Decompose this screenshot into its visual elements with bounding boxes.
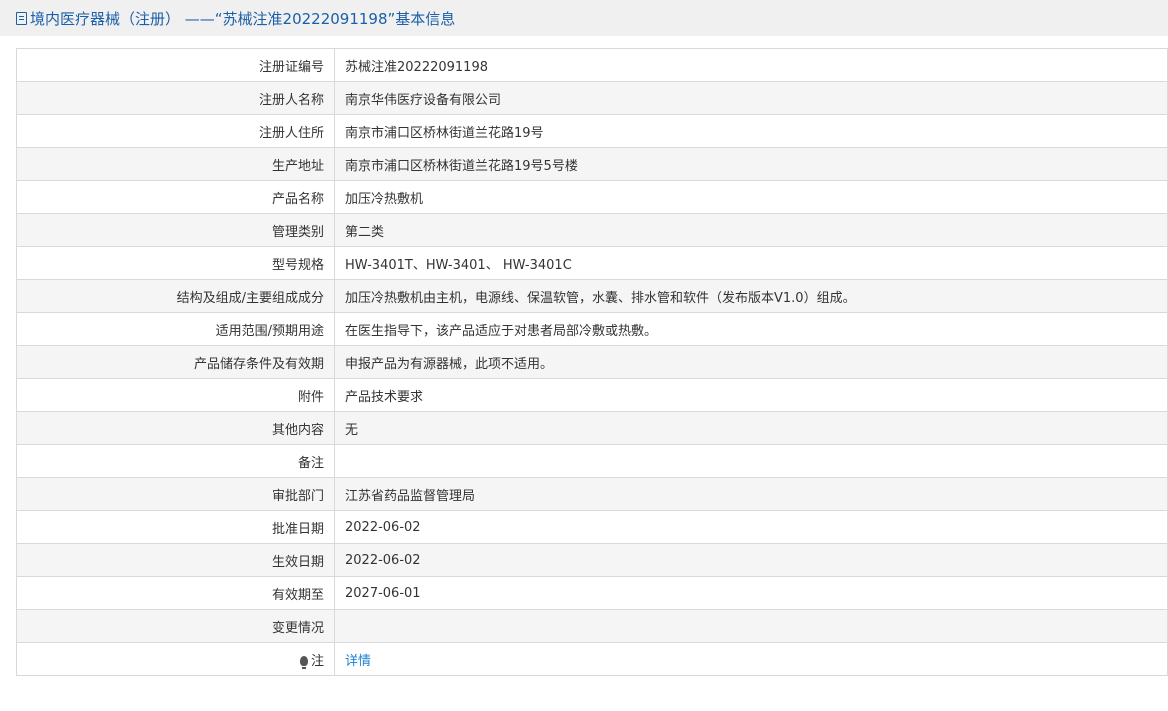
- table-row: 适用范围/预期用途 在医生指导下，该产品适应于对患者局部冷敷或热敷。: [16, 312, 1168, 346]
- info-table: 注册证编号 苏械注准20222091198 注册人名称 南京华伟医疗设备有限公司…: [16, 48, 1168, 676]
- row-value: 2022-06-02: [334, 543, 1168, 577]
- table-row: 变更情况: [16, 609, 1168, 643]
- note-label-cell: 注: [16, 642, 335, 676]
- row-value: 无: [334, 411, 1168, 445]
- row-value: HW-3401T、HW-3401、 HW-3401C: [334, 246, 1168, 280]
- row-value: 苏械注准20222091198: [334, 48, 1168, 82]
- row-label: 管理类别: [16, 213, 335, 247]
- row-label: 型号规格: [16, 246, 335, 280]
- table-row: 审批部门 江苏省药品监督管理局: [16, 477, 1168, 511]
- row-value: [334, 444, 1168, 478]
- table-row-note: 注 详情: [16, 642, 1168, 676]
- row-value: 南京华伟医疗设备有限公司: [334, 81, 1168, 115]
- row-label: 注册人住所: [16, 114, 335, 148]
- table-row: 产品名称 加压冷热敷机: [16, 180, 1168, 214]
- page-title: 境内医疗器械（注册） ——“苏械注准20222091198”基本信息: [30, 9, 456, 28]
- row-value: 加压冷热敷机由主机，电源线、保温软管，水囊、排水管和软件（发布版本V1.0）组成…: [334, 279, 1168, 313]
- row-value: 南京市浦口区桥林街道兰花路19号5号楼: [334, 147, 1168, 181]
- row-value: [334, 609, 1168, 643]
- row-label: 变更情况: [16, 609, 335, 643]
- row-label: 附件: [16, 378, 335, 412]
- table-row: 附件 产品技术要求: [16, 378, 1168, 412]
- table-row: 结构及组成/主要组成成分 加压冷热敷机由主机，电源线、保温软管，水囊、排水管和软…: [16, 279, 1168, 313]
- row-label: 注册人名称: [16, 81, 335, 115]
- detail-link[interactable]: 详情: [345, 654, 371, 669]
- table-row: 注册人名称 南京华伟医疗设备有限公司: [16, 81, 1168, 115]
- table-row: 备注: [16, 444, 1168, 478]
- row-label: 生产地址: [16, 147, 335, 181]
- info-table-container: 注册证编号 苏械注准20222091198 注册人名称 南京华伟医疗设备有限公司…: [16, 48, 1168, 676]
- row-label: 批准日期: [16, 510, 335, 544]
- row-value: 产品技术要求: [334, 378, 1168, 412]
- row-label: 生效日期: [16, 543, 335, 577]
- table-row: 生产地址 南京市浦口区桥林街道兰花路19号5号楼: [16, 147, 1168, 181]
- table-row: 产品储存条件及有效期 申报产品为有源器械，此项不适用。: [16, 345, 1168, 379]
- row-value: 2022-06-02: [334, 510, 1168, 544]
- table-row: 批准日期 2022-06-02: [16, 510, 1168, 544]
- row-value: 在医生指导下，该产品适应于对患者局部冷敷或热敷。: [334, 312, 1168, 346]
- table-row: 型号规格 HW-3401T、HW-3401、 HW-3401C: [16, 246, 1168, 280]
- table-row: 生效日期 2022-06-02: [16, 543, 1168, 577]
- document-icon: [16, 11, 27, 25]
- table-row: 有效期至 2027-06-01: [16, 576, 1168, 610]
- row-label: 适用范围/预期用途: [16, 312, 335, 346]
- row-label: 结构及组成/主要组成成分: [16, 279, 335, 313]
- row-label: 产品储存条件及有效期: [16, 345, 335, 379]
- row-value: 江苏省药品监督管理局: [334, 477, 1168, 511]
- bulb-icon: [299, 655, 308, 669]
- row-value: 2027-06-01: [334, 576, 1168, 610]
- row-value: 第二类: [334, 213, 1168, 247]
- table-row: 其他内容 无: [16, 411, 1168, 445]
- row-label: 产品名称: [16, 180, 335, 214]
- row-value: 南京市浦口区桥林街道兰花路19号: [334, 114, 1168, 148]
- row-value: 申报产品为有源器械，此项不适用。: [334, 345, 1168, 379]
- row-label: 有效期至: [16, 576, 335, 610]
- row-label: 审批部门: [16, 477, 335, 511]
- row-label: 其他内容: [16, 411, 335, 445]
- row-label: 备注: [16, 444, 335, 478]
- table-row: 注册证编号 苏械注准20222091198: [16, 48, 1168, 82]
- table-row: 注册人住所 南京市浦口区桥林街道兰花路19号: [16, 114, 1168, 148]
- page-title-bar: 境内医疗器械（注册） ——“苏械注准20222091198”基本信息: [0, 0, 1168, 36]
- note-label: 注: [310, 653, 324, 669]
- table-row: 管理类别 第二类: [16, 213, 1168, 247]
- row-value: 加压冷热敷机: [334, 180, 1168, 214]
- note-value-cell: 详情: [334, 642, 1168, 676]
- row-label: 注册证编号: [16, 48, 335, 82]
